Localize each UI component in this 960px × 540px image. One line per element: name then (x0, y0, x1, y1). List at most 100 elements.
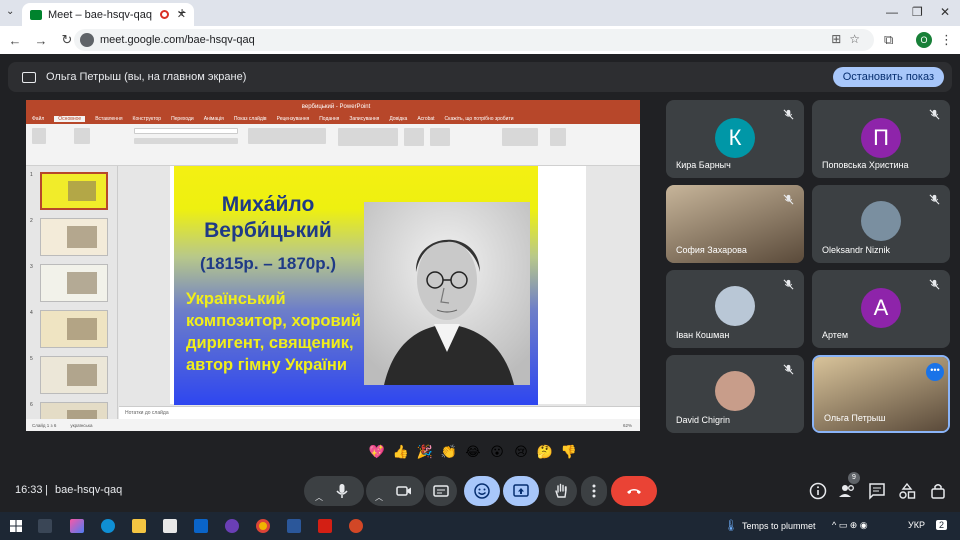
slide-thumbnail[interactable] (40, 264, 108, 302)
reaction-emoji[interactable]: 👍 (392, 443, 410, 461)
audio-options-icon[interactable]: ︿ (315, 492, 323, 503)
stop-presenting-button[interactable]: Остановить показ (832, 67, 944, 87)
participant-photo (861, 201, 901, 241)
maximize-icon[interactable]: ❐ (912, 5, 923, 19)
shapes-gallery[interactable] (338, 128, 398, 146)
chrome-menu-icon[interactable]: ⋮ (940, 32, 953, 48)
participant-tile[interactable]: К Кира Барныч (666, 100, 804, 178)
profile-avatar[interactable]: O (916, 32, 932, 48)
reaction-emoji[interactable]: 😂 (464, 443, 482, 461)
notes-pane[interactable]: Нотатки до слайда (119, 406, 640, 419)
font-select[interactable] (134, 128, 238, 134)
chat-icon[interactable] (868, 482, 886, 500)
thumbnail-number: 5 (30, 356, 33, 362)
file-explorer-icon[interactable] (132, 519, 146, 533)
forward-icon[interactable]: → (30, 33, 52, 48)
paste-icon[interactable] (32, 128, 46, 144)
present-button[interactable] (503, 476, 539, 506)
browser-tab-meet[interactable]: Meet – bae-hsqv-qaq ✕ (22, 3, 194, 26)
participant-tile[interactable]: София Захарова (666, 185, 804, 263)
ppt-tab-11[interactable]: Acrobat (417, 116, 434, 122)
reaction-emoji[interactable]: 👏 (440, 443, 458, 461)
viber-icon[interactable] (225, 519, 239, 533)
copilot-icon[interactable] (70, 519, 84, 533)
raise-hand-button[interactable] (545, 476, 577, 506)
find-replace-icons[interactable] (502, 128, 538, 146)
ppt-tab-6[interactable]: Показ слайдів (234, 116, 267, 122)
ppt-tab-1[interactable]: Основное (54, 116, 86, 122)
zoom-level[interactable]: 62% (623, 423, 632, 428)
participant-tile[interactable]: П Поповська Христина (812, 100, 950, 178)
mic-off-icon (783, 194, 794, 205)
reaction-emoji[interactable]: 🤔 (536, 443, 554, 461)
ppt-tab-10[interactable]: Довідка (389, 116, 407, 122)
address-bar[interactable]: meet.google.com/bae-hsqv-qaq ⊞☆ (74, 29, 874, 51)
back-icon[interactable]: ← (4, 33, 26, 48)
extensions-icon[interactable]: ⧉ (884, 32, 893, 48)
keyboard-language[interactable]: УКР (908, 520, 925, 530)
reaction-emoji[interactable]: 😢 (512, 443, 530, 461)
windows-start-icon[interactable] (10, 520, 22, 532)
new-slide-icon[interactable] (74, 128, 90, 144)
minimize-icon[interactable]: — (886, 5, 898, 19)
notifications-count[interactable]: 2 (936, 520, 948, 530)
quick-styles-icon[interactable] (430, 128, 450, 146)
ppt-tab-3[interactable]: Конструктор (133, 116, 162, 122)
font-format-icons[interactable] (134, 138, 238, 144)
activities-icon[interactable] (898, 482, 916, 500)
tray-icons[interactable]: ^ ▭ ⊕ ◉ (832, 520, 868, 531)
ppt-tab-2[interactable]: Вставлення (95, 116, 122, 122)
reaction-emoji[interactable]: 🎉 (416, 443, 434, 461)
participant-tile[interactable]: Іван Кошман (666, 270, 804, 348)
camera-icon[interactable] (396, 483, 412, 499)
chrome-icon[interactable] (256, 519, 270, 533)
ppt-tab-4[interactable]: Переходи (171, 116, 194, 122)
ppt-tab-0[interactable]: Файл (32, 116, 44, 122)
weather-icon: 🌡 (724, 520, 738, 532)
close-window-icon[interactable]: ✕ (940, 5, 950, 19)
site-info-icon[interactable] (80, 33, 94, 47)
ppt-tab-9[interactable]: Записування (349, 116, 379, 122)
tab-search-icon[interactable]: ⌄ (6, 6, 14, 17)
translate-bookmark-icons[interactable]: ⊞☆ (831, 32, 868, 46)
host-controls-icon[interactable] (929, 482, 947, 500)
ppt-tab-7[interactable]: Рецензування (277, 116, 310, 122)
edge-icon[interactable] (101, 519, 115, 533)
participant-tile[interactable]: Oleksandr Niznik (812, 185, 950, 263)
slide-thumbnail[interactable] (40, 218, 108, 256)
ppt-tab-8[interactable]: Подання (319, 116, 339, 122)
participant-tile[interactable]: David Chigrin (666, 355, 804, 433)
meeting-info-icon[interactable] (809, 482, 827, 500)
reaction-emoji[interactable]: 💖 (368, 443, 386, 461)
video-options-icon[interactable]: ︿ (375, 492, 383, 503)
more-options-button[interactable] (581, 476, 607, 506)
presenting-text: Ольга Петрыш (вы, на главном экране) (46, 71, 247, 83)
participant-tile[interactable]: А Артем (812, 270, 950, 348)
paragraph-icons[interactable] (248, 128, 326, 144)
leave-call-button[interactable] (611, 476, 657, 506)
acrobat-icon[interactable] (318, 519, 332, 533)
slide-thumbnail[interactable] (40, 356, 108, 394)
weather-text[interactable]: Temps to plummet (742, 521, 816, 531)
ppt-tab-5[interactable]: Анімація (204, 116, 224, 122)
meeting-time: 16:33 (15, 484, 43, 496)
tile-options-icon[interactable]: ••• (926, 363, 944, 381)
arrange-icon[interactable] (404, 128, 424, 146)
captions-button[interactable] (425, 476, 457, 506)
people-icon[interactable] (838, 482, 856, 500)
new-tab-icon[interactable]: + (178, 4, 186, 20)
participant-tile[interactable]: Ольга Петрыш ••• (812, 355, 950, 433)
powerpoint-icon[interactable] (349, 519, 363, 533)
reactions-button[interactable] (464, 476, 500, 506)
create-pdf-icon[interactable] (550, 128, 566, 146)
store-icon[interactable] (163, 519, 177, 533)
word-icon[interactable] (287, 519, 301, 533)
outlook-icon[interactable] (194, 519, 208, 533)
slide-thumbnail[interactable] (40, 310, 108, 348)
task-view-icon[interactable] (38, 519, 52, 533)
reaction-emoji[interactable]: 😮 (488, 443, 506, 461)
reaction-emoji[interactable]: 👎 (560, 443, 578, 461)
microphone-icon[interactable] (334, 483, 350, 499)
slide-thumbnail[interactable] (40, 172, 108, 210)
ppt-tab-12[interactable]: Скажіть, що потрібно зробити (445, 116, 514, 122)
